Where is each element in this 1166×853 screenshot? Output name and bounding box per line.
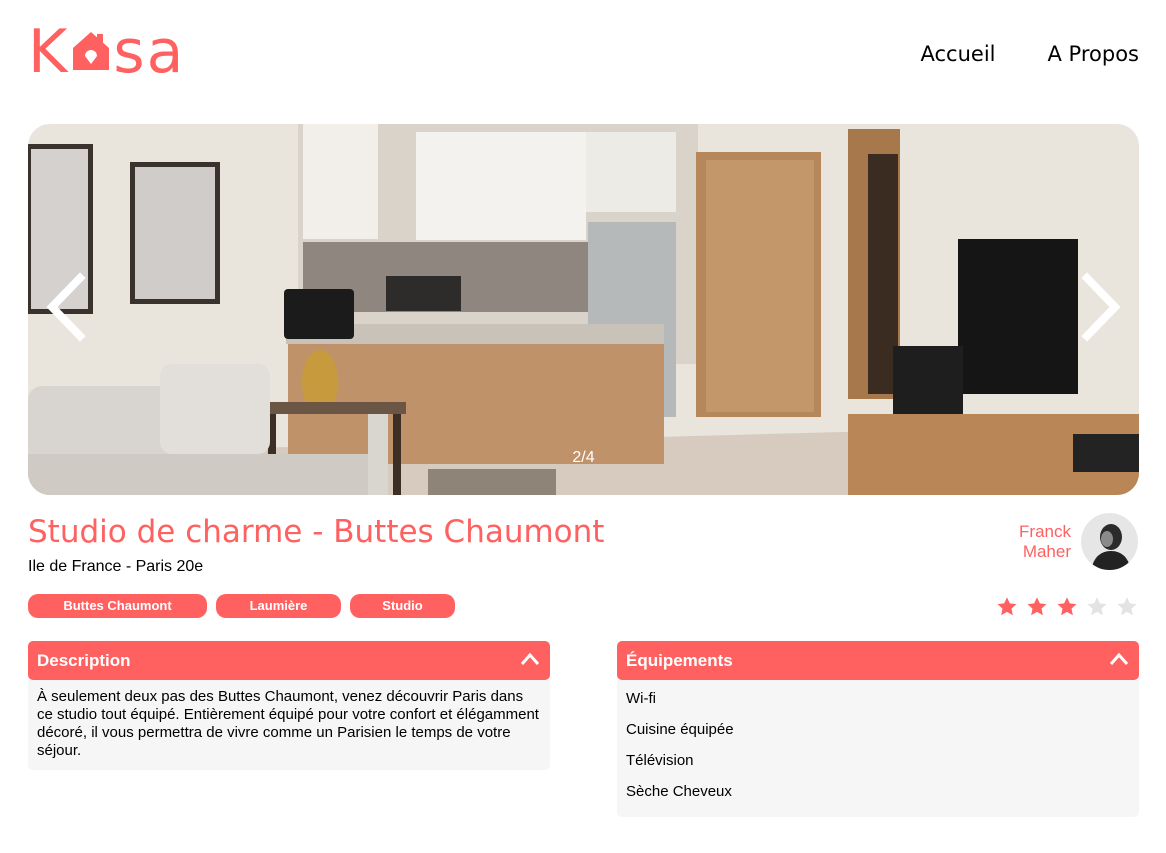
host-info: Franck Maher [1019,513,1138,570]
slide-counter: 2/4 [572,449,595,466]
star-filled-icon [1057,597,1077,616]
list-item: Sèche Cheveux [626,783,732,800]
star-filled-icon [997,597,1017,616]
rating [996,596,1138,618]
list-item: Cuisine équipée [626,721,734,738]
avatar [1081,513,1138,570]
star-empty-icon [1087,597,1107,616]
chevron-up-icon[interactable] [1109,652,1129,666]
description-title: Description [37,651,131,670]
listing-location: Ile de France - Paris 20e [28,558,204,575]
house-icon [73,32,110,70]
host-first-name: Franck [1019,521,1071,541]
tag-item: Studio [350,594,455,618]
listing-title: Studio de charme - Buttes Chaumont [28,514,605,550]
description-text: À seulement deux pas des Buttes Chaumont… [28,680,550,770]
equipment-list: Wi-fi Cuisine équipée Télévision Sèche C… [617,680,1139,817]
chevron-left-icon[interactable] [44,272,88,342]
list-item: Télévision [626,752,694,769]
logo-letter-k: K [28,17,70,87]
chevron-right-icon[interactable] [1079,272,1123,342]
star-filled-icon [1027,597,1047,616]
list-item: Wi-fi [626,690,656,707]
header: K sa Accueil A Propos [28,20,1139,90]
logo[interactable]: K sa [28,20,185,84]
description-toggle[interactable]: Description [28,641,550,680]
tag-item: Laumière [216,594,341,618]
equipments-toggle[interactable]: Équipements [617,641,1139,680]
tag-list: Buttes Chaumont Laumière Studio [28,594,455,618]
photo-carousel: 2/4 [28,124,1139,495]
equipments-collapse: Équipements Wi-fi Cuisine équipée Télévi… [617,641,1139,817]
host-name: Franck Maher [1019,522,1071,562]
description-collapse: Description À seulement deux pas des But… [28,641,550,770]
nav-link-accueil[interactable]: Accueil [921,42,996,66]
nav-link-a-propos[interactable]: A Propos [1048,42,1139,66]
listing-photo [28,124,1139,495]
equipments-title: Équipements [626,651,733,670]
chevron-up-icon[interactable] [520,652,540,666]
star-empty-icon [1117,597,1137,616]
host-last-name: Maher [1022,541,1071,561]
main-nav: Accueil A Propos [921,42,1139,66]
logo-letters-sa: sa [113,17,186,87]
tag-item: Buttes Chaumont [28,594,207,618]
